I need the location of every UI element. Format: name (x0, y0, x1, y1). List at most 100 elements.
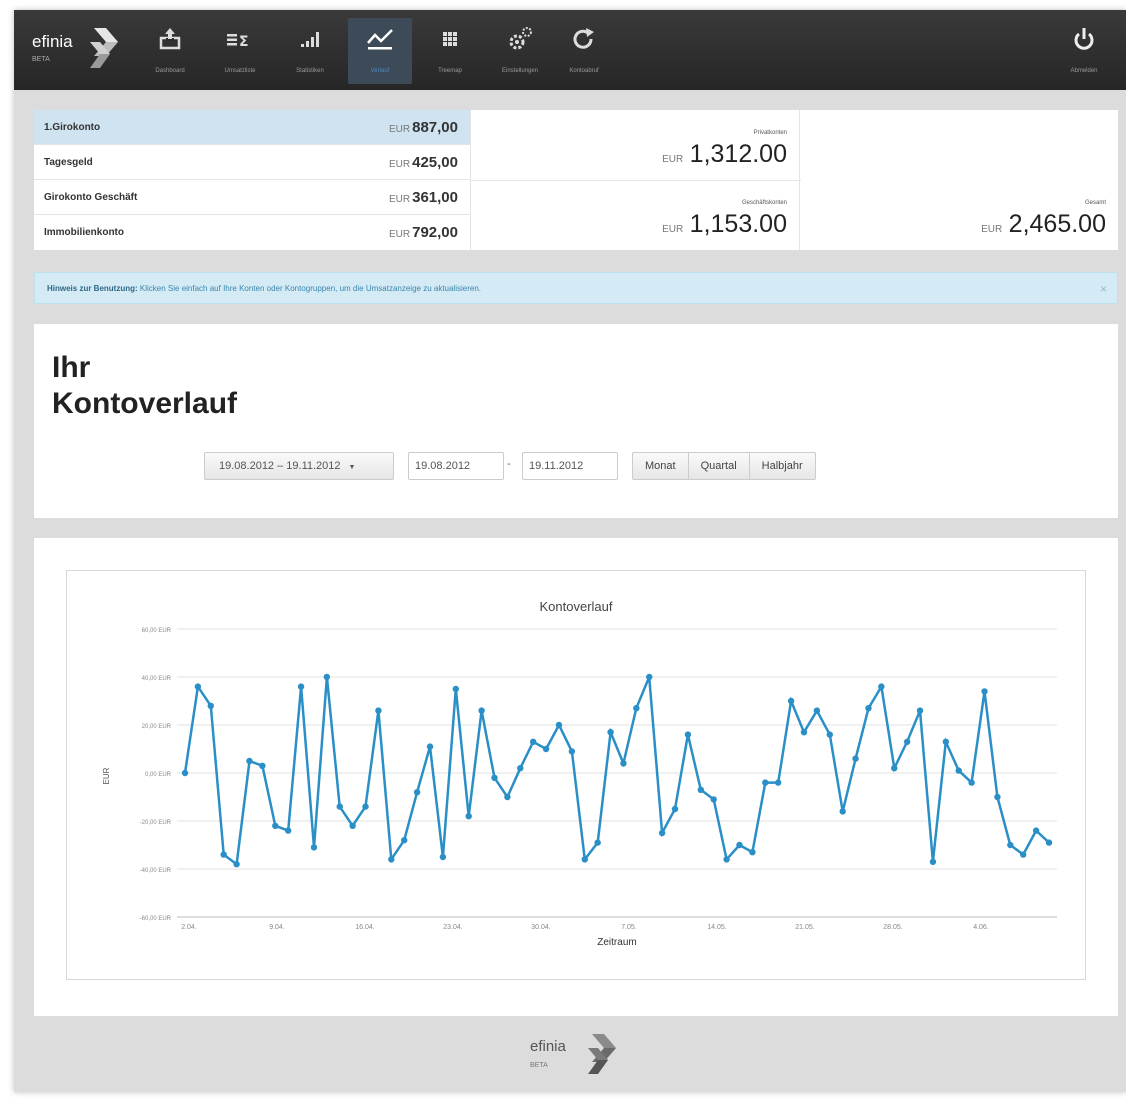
data-point[interactable] (916, 707, 924, 714)
brand-logo[interactable]: efinia BETA (32, 24, 132, 74)
period-month-button[interactable]: Monat (633, 453, 689, 479)
data-point[interactable] (903, 738, 911, 745)
period-quarter-button[interactable]: Quartal (689, 453, 750, 479)
data-point[interactable] (220, 851, 227, 858)
nav-treemap[interactable]: Treemap (418, 18, 482, 84)
data-point[interactable] (478, 707, 485, 714)
data-point[interactable] (891, 765, 898, 772)
data-point[interactable] (207, 702, 214, 709)
period-halfyear-button[interactable]: Halbjahr (750, 453, 815, 479)
data-point[interactable] (465, 813, 472, 820)
data-point[interactable] (1020, 851, 1027, 858)
data-point[interactable] (401, 837, 408, 844)
data-point[interactable] (684, 731, 692, 738)
date-from-input[interactable]: 19.08.2012 (408, 452, 504, 480)
data-point[interactable] (865, 705, 872, 712)
line-chart-icon (367, 29, 393, 50)
data-point[interactable] (878, 683, 885, 690)
data-point[interactable] (246, 757, 253, 765)
data-point[interactable] (413, 789, 421, 796)
data-point[interactable] (813, 707, 821, 714)
account-row[interactable]: Girokonto Geschäft EUR 361,00 (34, 180, 470, 215)
data-point[interactable] (1007, 841, 1014, 849)
data-point[interactable] (852, 755, 859, 762)
gears-icon (509, 27, 532, 50)
x-axis-ticks: 2.04. 9.04. 16.04. 23.04. 30.04. 7.05. 14.05. 2… (181, 924, 989, 931)
data-point[interactable] (233, 861, 240, 868)
data-point[interactable] (620, 760, 627, 767)
nav-dashboard[interactable]: Dashboard (138, 18, 202, 84)
group-business[interactable]: Geschäftskonten EUR 1,153.00 (662, 200, 787, 239)
data-point[interactable] (194, 683, 202, 690)
data-point[interactable] (504, 793, 511, 801)
nav-umsatzliste[interactable]: Σ Umsatzliste (208, 18, 272, 84)
data-point[interactable] (388, 856, 395, 863)
date-to-input[interactable]: 19.11.2012 (522, 452, 618, 480)
account-name: 1.Girokonto (44, 122, 101, 133)
data-point[interactable] (929, 858, 937, 865)
y-tick-label: 60,00 EUR (142, 628, 172, 634)
data-point[interactable] (452, 685, 460, 693)
close-icon[interactable]: × (1100, 282, 1107, 296)
data-point[interactable] (671, 805, 679, 813)
data-point[interactable] (336, 803, 343, 810)
nav-statistiken[interactable]: Statistiken (278, 18, 342, 84)
data-point[interactable] (284, 827, 292, 834)
data-point[interactable] (259, 762, 266, 769)
nav-kontoabruf[interactable]: Kontoabruf (552, 18, 616, 84)
data-point[interactable] (517, 765, 524, 772)
data-point[interactable] (272, 822, 279, 829)
data-point[interactable] (426, 743, 434, 750)
data-point[interactable] (723, 856, 730, 863)
data-point[interactable] (749, 849, 756, 856)
group-total-label: Gesamt (1084, 200, 1106, 206)
data-point[interactable] (594, 839, 601, 846)
data-point[interactable] (491, 774, 498, 781)
data-point[interactable] (568, 748, 576, 755)
logout-button[interactable]: Abmelden (1052, 18, 1116, 84)
data-point[interactable] (942, 738, 950, 745)
data-point[interactable] (826, 731, 833, 738)
data-point[interactable] (710, 796, 717, 803)
nav-einstellungen[interactable]: Einstellungen (488, 18, 552, 84)
data-point[interactable] (762, 779, 769, 786)
account-row[interactable]: 1.Girokonto EUR 887,00 (34, 110, 470, 145)
account-row[interactable]: Tagesgeld EUR 425,00 (34, 145, 470, 180)
data-point[interactable] (323, 673, 331, 681)
data-point[interactable] (981, 688, 988, 695)
data-point[interactable] (542, 745, 550, 753)
data-point[interactable] (800, 729, 808, 736)
data-point[interactable] (736, 841, 743, 849)
data-point[interactable] (646, 673, 653, 681)
account-row[interactable]: Immobilienkonto EUR 792,00 (34, 215, 470, 250)
data-point[interactable] (839, 808, 846, 815)
data-point[interactable] (955, 767, 962, 774)
data-point[interactable] (968, 779, 975, 786)
data-point[interactable] (787, 697, 795, 705)
data-point[interactable] (1045, 839, 1053, 846)
data-point[interactable] (181, 769, 189, 777)
data-point[interactable] (439, 853, 447, 861)
data-point[interactable] (607, 729, 614, 736)
data-point[interactable] (297, 683, 305, 690)
data-point[interactable] (1032, 827, 1040, 834)
data-point[interactable] (362, 803, 369, 810)
nav-verlauf[interactable]: Verlauf (348, 18, 412, 84)
date-range-dropdown[interactable]: 19.08.2012 – 19.11.2012 ▼ (204, 452, 394, 480)
data-point[interactable] (658, 829, 666, 837)
account-amount: 425,00 (412, 154, 458, 171)
data-point[interactable] (310, 844, 318, 851)
data-point[interactable] (555, 721, 563, 729)
footer-brand-tag: BETA (530, 1062, 548, 1069)
data-point[interactable] (774, 779, 782, 786)
data-point[interactable] (697, 786, 705, 793)
group-total[interactable]: Gesamt EUR 2,465.00 (981, 200, 1106, 239)
data-point[interactable] (349, 822, 356, 829)
data-point[interactable] (375, 707, 382, 714)
data-point[interactable] (581, 856, 588, 863)
data-point[interactable] (633, 705, 640, 712)
data-point[interactable] (994, 793, 1001, 801)
group-private[interactable]: Privatkonten EUR 1,312.00 (662, 130, 787, 169)
data-point[interactable] (529, 738, 537, 745)
y-tick-label: -40,00 EUR (140, 868, 172, 874)
